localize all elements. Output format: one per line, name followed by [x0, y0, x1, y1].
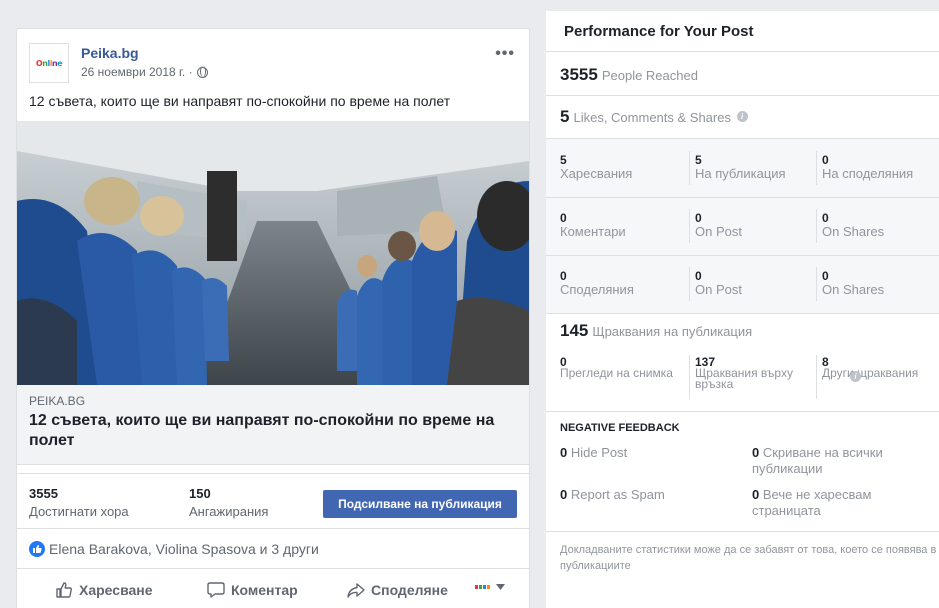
other-clicks: 8 Други щраквания: [822, 355, 919, 380]
shares-on-post: 0 On Post: [695, 269, 742, 297]
likes-total: 5 Харесвания: [560, 153, 633, 181]
comment-icon: [207, 582, 225, 598]
negative-feedback-title: NEGATIVE FEEDBACK: [560, 422, 680, 434]
divider: [546, 51, 939, 52]
comments-total: 0 Коментари: [560, 211, 626, 239]
like-label: Харесване: [79, 582, 153, 598]
chevron-down-icon: [496, 584, 505, 590]
comments-on-post: 0 On Post: [695, 211, 742, 239]
likes-on-shares: 0 На споделяния: [822, 153, 914, 181]
people-reached-value: 3555: [560, 65, 598, 84]
reach-stat: 3555 Достигнати хора: [29, 486, 129, 519]
reactors-list[interactable]: Elena Barakova, Violina Spasova и 3 друг…: [49, 541, 319, 557]
post-stats: 3555 Достигнати хора 150 Ангажирания Под…: [17, 473, 529, 529]
performance-panel: Performance for Your Post 3555 People Rea…: [546, 11, 939, 608]
hide-all-posts-stat: 0 Скриване на всички публикации: [752, 445, 883, 476]
airplane-cabin-image: [17, 121, 529, 385]
link-clicks: 137 Щраквания върху връзка: [695, 355, 793, 391]
like-icon: [56, 582, 72, 598]
post-clicks-value: 145: [560, 321, 589, 340]
reach-value: 3555: [29, 486, 58, 501]
divider: [546, 197, 939, 198]
share-button[interactable]: Споделяне: [347, 581, 448, 599]
people-reached-label: People Reached: [601, 68, 698, 83]
divider: [546, 531, 939, 532]
engagement-label: Ангажирания: [189, 504, 269, 519]
post-actions: Харесване Коментар Споделяне: [17, 569, 529, 608]
globe-icon: [196, 66, 208, 78]
link-preview[interactable]: PEIKA.BG 12 съвета, които ще ви направят…: [17, 385, 529, 465]
post-header: Online Peika.bg 26 ноември 2018 г. · •••: [29, 41, 517, 85]
divider: [546, 313, 939, 314]
divider: [546, 95, 939, 96]
reactions-row: Elena Barakova, Violina Spasova и 3 друг…: [17, 529, 529, 569]
info-icon[interactable]: i: [736, 111, 748, 122]
page-name-link[interactable]: Peika.bg: [81, 45, 139, 61]
unlike-page-stat: 0 Вече не харесвам страницата: [752, 487, 872, 518]
like-button[interactable]: Харесване: [55, 581, 153, 599]
engagement-stat: 150 Ангажирания: [189, 486, 268, 519]
boost-post-button[interactable]: Подсилване на публикация: [323, 490, 517, 518]
post-text: 12 съвета, които ще ви направят по-споко…: [29, 93, 451, 109]
performance-title: Performance for Your Post: [564, 23, 754, 40]
engagement-value: 150: [189, 486, 211, 501]
photo-views: 0 Прегледи на снимка: [560, 355, 673, 380]
engagement-summary-label: Likes, Comments & Shares: [573, 110, 731, 125]
link-title[interactable]: 12 съвета, които ще ви направят по-споко…: [29, 411, 517, 451]
page-mini-logo: [475, 585, 490, 589]
info-icon[interactable]: i: [850, 371, 861, 382]
divider: [546, 411, 939, 412]
divider: [546, 255, 939, 256]
share-label: Споделяне: [371, 582, 448, 598]
likes-on-post: 5 На публикация: [695, 153, 786, 181]
post-date[interactable]: 26 ноември 2018 г. ·: [81, 65, 193, 79]
post-clicks: 145 Щраквания на публикация: [560, 321, 752, 341]
engagement-summary: 5 Likes, Comments & Shares i: [560, 107, 748, 127]
post-image[interactable]: [17, 121, 529, 385]
link-domain: PEIKA.BG: [29, 394, 86, 408]
hide-post-stat: 0 Hide Post: [560, 445, 628, 460]
delay-footnote: Докладваните статистики може да се забав…: [560, 544, 937, 572]
comment-label: Коментар: [231, 582, 298, 598]
engagement-summary-value: 5: [560, 107, 570, 126]
more-icon[interactable]: •••: [495, 45, 515, 63]
like-reaction-icon: [29, 540, 45, 557]
shares-total: 0 Споделяния: [560, 269, 634, 297]
comment-button[interactable]: Коментар: [207, 581, 298, 599]
page-logo: Online: [35, 58, 63, 68]
post-card: Online Peika.bg 26 ноември 2018 г. · •••…: [16, 28, 530, 608]
page-avatar[interactable]: Online: [29, 43, 69, 83]
post-clicks-label: Щраквания на публикация: [592, 324, 753, 339]
comments-on-shares: 0 On Shares: [822, 211, 885, 239]
audience-selector[interactable]: [475, 583, 505, 591]
reach-label: Достигнати хора: [29, 504, 129, 519]
share-icon: [347, 583, 365, 598]
people-reached: 3555 People Reached: [560, 65, 698, 85]
report-spam-stat: 0 Report as Spam: [560, 487, 665, 502]
shares-on-shares: 0 On Shares: [822, 269, 885, 297]
post-meta: 26 ноември 2018 г. ·: [81, 65, 208, 79]
